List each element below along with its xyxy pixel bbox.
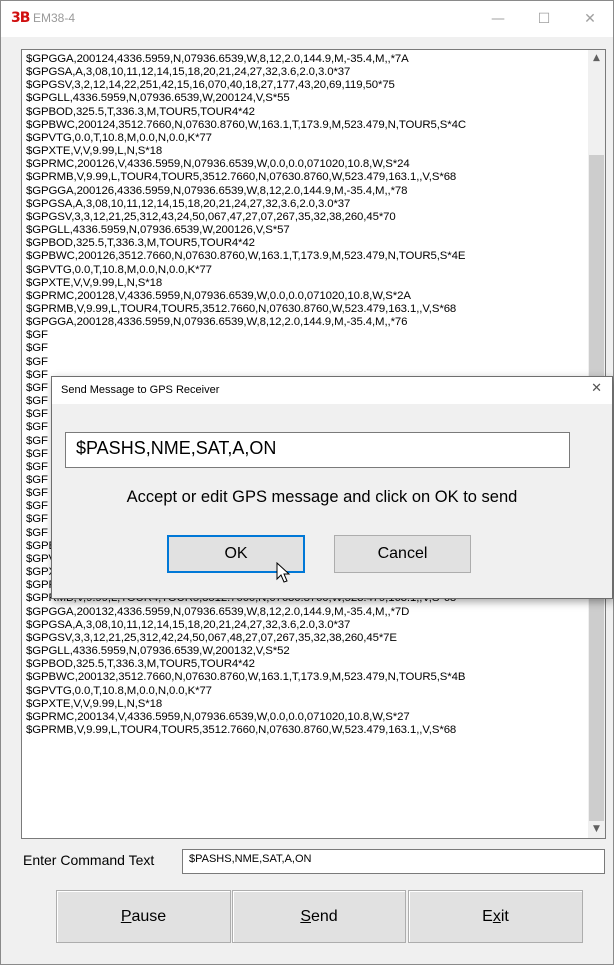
send-accel: S (300, 908, 311, 925)
log-line: $GPVTG,0.0,T,10.8,M,0.0,N,0.0,K*77 (26, 263, 212, 276)
gps-message-input[interactable]: $PASHS,NME,SAT,A,ON (65, 432, 570, 468)
command-text-label: Enter Command Text (23, 852, 155, 868)
window-title: EM38-4 (33, 11, 76, 25)
exit-label-rest: it (500, 908, 509, 925)
log-line: $GPRMB,V,9.99,L,TOUR4,TOUR5,3512.7660,N,… (26, 723, 457, 736)
dialog-close-icon[interactable]: ✕ (591, 381, 602, 396)
log-line: $GPGGA,200128,4336.5959,N,07936.6539,W,8… (26, 316, 408, 329)
log-line: $GPVTG,0.0,T,10.8,M,0.0,N,0.0,K*77 (26, 684, 212, 697)
log-line: $GPGLL,4336.5959,N,07936.6539,W,200126,V… (26, 224, 290, 237)
command-text-input[interactable]: $PASHS,NME,SAT,A,ON (182, 849, 605, 874)
log-line: $GPRMB,V,9.99,L,TOUR4,TOUR5,3512.7660,N,… (26, 302, 457, 315)
app-window: 3B EM38-4 — ☐ ✕ $GPGGA,200124,4336.5959,… (0, 0, 614, 965)
title-bar: 3B EM38-4 — ☐ ✕ (1, 1, 613, 37)
log-line: $GPGSV,3,3,12,21,25,312,42,24,50,067,48,… (26, 631, 397, 644)
minimize-button[interactable]: — (475, 3, 521, 35)
dialog-cancel-button[interactable]: Cancel (334, 535, 471, 573)
send-message-dialog: Send Message to GPS Receiver ✕ $PASHS,NM… (51, 376, 613, 599)
log-line: $GPXTE,V,V,9.99,L,N,S*18 (26, 697, 163, 710)
log-line: $GPBWC,200132,3512.7660,N,07630.8760,W,1… (26, 671, 466, 684)
log-line: $GPXTE,V,V,9.99,L,N,S*18 (26, 276, 163, 289)
log-line: $GPRMC,200134,V,4336.5959,N,07936.6539,W… (26, 710, 410, 723)
exit-label-pre: E (482, 908, 493, 925)
log-line: $GPGLL,4336.5959,N,07936.6539,W,200124,V… (26, 92, 290, 105)
log-line: $GPGSA,A,3,08,10,11,12,14,15,18,20,21,24… (26, 618, 351, 631)
log-line: $GF (26, 329, 48, 342)
log-line: $GF (26, 342, 48, 355)
send-button[interactable]: Send (232, 890, 406, 943)
log-line: $GF (26, 355, 48, 368)
log-line: $GPBOD,325.5,T,336.3,M,TOUR5,TOUR4*42 (26, 237, 255, 250)
app-icon: 3B (11, 10, 30, 26)
log-line: $GPBWC,200124,3512.7660,N,07630.8760,W,1… (26, 118, 466, 131)
log-line: $GPRMC,200128,V,4336.5959,N,07936.6539,W… (26, 289, 411, 302)
log-line: $GPGGA,200126,4336.5959,N,07936.6539,W,8… (26, 184, 408, 197)
log-line: $GPBOD,325.5,T,336.3,M,TOUR5,TOUR4*42 (26, 105, 255, 118)
dialog-title: Send Message to GPS Receiver (61, 384, 220, 396)
log-line: $GPBWC,200126,3512.7660,N,07630.8760,W,1… (26, 250, 466, 263)
log-line: $GPGLL,4336.5959,N,07936.6539,W,200132,V… (26, 645, 290, 658)
scroll-up-arrow-icon[interactable]: ▲ (588, 50, 605, 67)
log-line: $GPGSV,3,2,12,14,22,251,42,15,16,070,40,… (26, 79, 395, 92)
log-line: $GPGSA,A,3,08,10,11,12,14,15,18,20,21,24… (26, 66, 351, 79)
log-line: $GPGGA,200132,4336.5959,N,07936.6539,W,8… (26, 605, 410, 618)
log-line: $GPRMB,V,9.99,L,TOUR4,TOUR5,3512.7660,N,… (26, 171, 457, 184)
log-line: $GPRMC,200126,V,4336.5959,N,07936.6539,W… (26, 158, 410, 171)
maximize-button[interactable]: ☐ (521, 3, 567, 35)
pause-accel: P (120, 908, 132, 925)
scroll-down-arrow-icon[interactable]: ▼ (588, 821, 605, 838)
log-line: $GPGGA,200124,4336.5959,N,07936.6539,W,8… (26, 53, 409, 65)
log-line: $GPXTE,V,V,9.99,L,N,S*18 (26, 145, 163, 158)
pause-button[interactable]: Pause (56, 890, 231, 943)
log-line: $GPBOD,325.5,T,336.3,M,TOUR5,TOUR4*42 (26, 658, 255, 671)
exit-button[interactable]: Exit (408, 890, 583, 943)
log-line: $GPGSA,A,3,08,10,11,12,14,15,18,20,21,24… (26, 197, 351, 210)
exit-accel: x (492, 908, 501, 925)
log-line: $GPGSV,3,3,12,21,25,312,43,24,50,067,47,… (26, 210, 396, 223)
close-button[interactable]: ✕ (567, 3, 613, 35)
send-label: end (310, 908, 338, 925)
pause-label: ause (131, 908, 167, 925)
dialog-prompt-text: Accept or edit GPS message and click on … (126, 488, 518, 506)
mouse-cursor-icon (276, 562, 291, 583)
log-line: $GPVTG,0.0,T,10.8,M,0.0,N,0.0,K*77 (26, 131, 212, 144)
dialog-title-bar: Send Message to GPS Receiver ✕ (52, 377, 612, 404)
